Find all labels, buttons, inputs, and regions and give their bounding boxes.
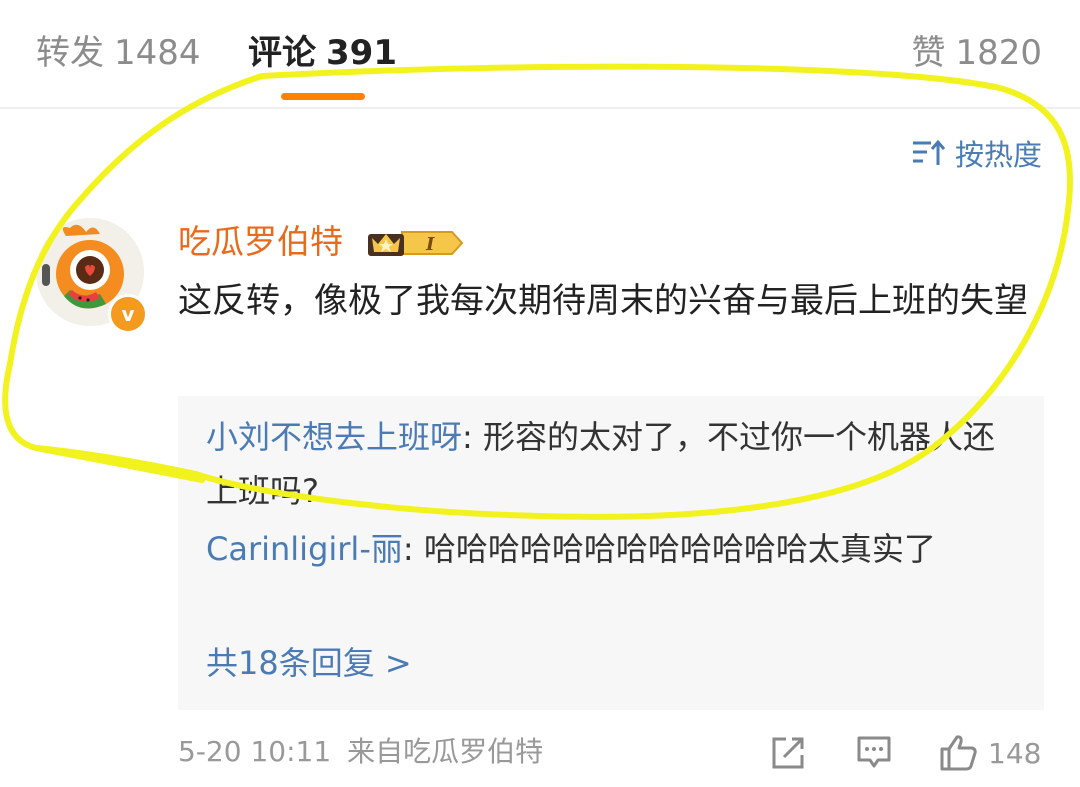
comment-time: 5-20 10:11 bbox=[178, 735, 332, 768]
thumbs-up-icon bbox=[940, 735, 977, 771]
reply-item[interactable]: 小刘不想去上班呀: 形容的太对了，不过你一个机器人还上班吗? bbox=[206, 410, 1026, 518]
tab-comments-label: 评论 bbox=[248, 33, 316, 73]
verified-badge-icon: v bbox=[108, 294, 148, 334]
reply-item[interactable]: Carinligirl-丽: 哈哈哈哈哈哈哈哈哈哈哈哈太真实了 bbox=[206, 522, 1026, 576]
tab-repost-count: 1484 bbox=[114, 33, 201, 73]
like-button[interactable]: 148 bbox=[938, 732, 1041, 774]
tab-repost-label: 转发 bbox=[36, 33, 104, 73]
share-button[interactable] bbox=[770, 732, 806, 774]
sort-button[interactable]: 按热度 bbox=[911, 133, 1042, 173]
reply-button[interactable] bbox=[856, 732, 892, 774]
tab-divider bbox=[0, 107, 1080, 109]
comment-source: 来自吃瓜罗伯特 bbox=[347, 735, 544, 768]
sort-icon bbox=[912, 139, 945, 165]
active-tab-indicator bbox=[281, 93, 365, 100]
reply-author[interactable]: Carinligirl-丽 bbox=[206, 530, 403, 568]
more-replies-link[interactable]: 共18条回复 > bbox=[206, 640, 412, 686]
share-icon bbox=[772, 737, 804, 769]
tab-likes-count: 1820 bbox=[955, 33, 1042, 73]
comment-username[interactable]: 吃瓜罗伯特 bbox=[178, 220, 343, 264]
tab-comments[interactable]: 评论 391 bbox=[248, 30, 397, 76]
crown-icon: I bbox=[368, 231, 464, 256]
comment-icon bbox=[857, 736, 891, 768]
reply-author[interactable]: 小刘不想去上班呀 bbox=[206, 418, 462, 456]
comment-text: 这反转，像极了我每次期待周末的兴奋与最后上班的失望 bbox=[178, 281, 1028, 321]
comment-meta: 5-20 10:11 来自吃瓜罗伯特 bbox=[178, 732, 543, 772]
tab-likes-label: 赞 bbox=[911, 33, 946, 73]
sort-label: 按热度 bbox=[954, 138, 1042, 172]
reply-preview-box[interactable]: 小刘不想去上班呀: 形容的太对了，不过你一个机器人还上班吗? Carinligi… bbox=[178, 396, 1044, 710]
like-count: 148 bbox=[988, 736, 1042, 770]
reply-text: : 哈哈哈哈哈哈哈哈哈哈哈哈太真实了 bbox=[402, 530, 936, 568]
vip-level-text: I bbox=[425, 234, 435, 255]
tab-likes[interactable]: 赞 1820 bbox=[911, 30, 1042, 76]
vip-crown-badge[interactable]: I bbox=[366, 226, 464, 264]
tab-repost[interactable]: 转发 1484 bbox=[36, 30, 201, 76]
tab-comments-count: 391 bbox=[326, 33, 397, 73]
